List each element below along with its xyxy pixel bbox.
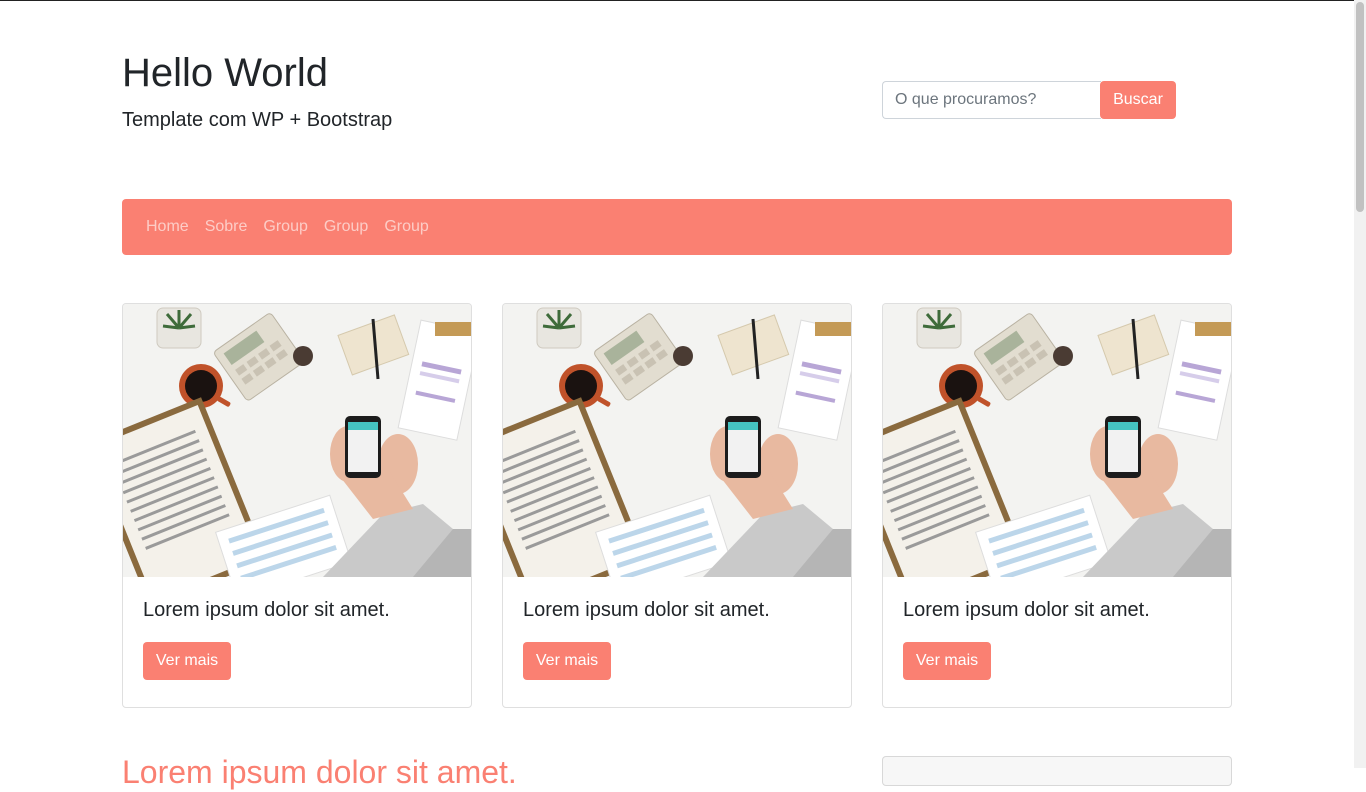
card-image [883, 304, 1231, 577]
card-title: Lorem ipsum dolor sit amet. [523, 599, 770, 621]
ver-mais-button[interactable]: Ver mais [143, 642, 231, 680]
search-form: Buscar [882, 81, 1176, 119]
card-title: Lorem ipsum dolor sit amet. [903, 599, 1150, 621]
main-navbar: Home Sobre Group Group Group [122, 199, 1232, 255]
nav-item-group-2[interactable]: Group [316, 199, 376, 255]
site-subtitle: Template com WP + Bootstrap [122, 109, 393, 131]
vertical-scrollbar[interactable] [1354, 0, 1366, 768]
nav-item-home[interactable]: Home [138, 199, 197, 255]
card-2: Lorem ipsum dolor sit amet. Ver mais [502, 303, 852, 708]
ver-mais-button[interactable]: Ver mais [523, 642, 611, 680]
card-title: Lorem ipsum dolor sit amet. [143, 599, 390, 621]
card-1: Lorem ipsum dolor sit amet. Ver mais [122, 303, 472, 708]
scrollbar-thumb[interactable] [1356, 2, 1364, 212]
card-image [123, 304, 471, 577]
post-heading[interactable]: Lorem ipsum dolor sit amet. [122, 752, 517, 792]
nav-item-group-3[interactable]: Group [376, 199, 436, 255]
search-button[interactable]: Buscar [1100, 81, 1176, 119]
sidebar-widget [882, 756, 1232, 786]
top-border [0, 0, 1366, 1]
site-title: Hello World [122, 51, 328, 95]
nav-item-sobre[interactable]: Sobre [197, 199, 256, 255]
ver-mais-button[interactable]: Ver mais [903, 642, 991, 680]
card-image [503, 304, 851, 577]
search-input[interactable] [882, 81, 1101, 119]
card-3: Lorem ipsum dolor sit amet. Ver mais [882, 303, 1232, 708]
nav-item-group-1[interactable]: Group [255, 199, 315, 255]
